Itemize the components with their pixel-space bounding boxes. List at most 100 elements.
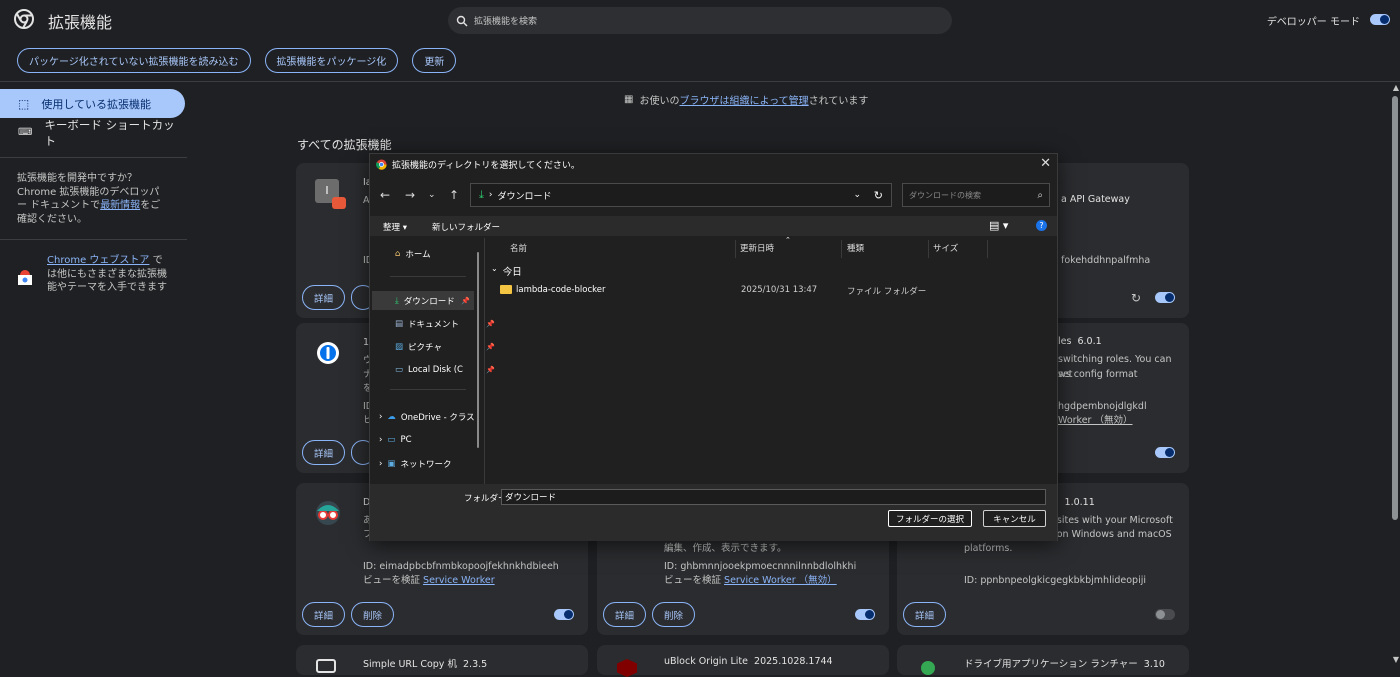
webstore-link[interactable]: Chrome ウェブストア [47,255,149,266]
extension-id: hgdpembnojdlgkdl [1058,401,1147,412]
enable-toggle[interactable] [1155,609,1175,620]
dialog-titlebar: 拡張機能のディレクトリを選択してください。 [370,154,1057,174]
scrollbar-thumb[interactable] [1392,96,1398,520]
pin-icon: 📌 [461,296,470,305]
file-row[interactable]: lambda-code-blocker 2025/10/31 13:47 ファイ… [486,284,1046,300]
extension-id: fokehddhnpalfmha [1061,255,1151,266]
folder-search-input[interactable]: ダウンロードの検索 ⌕ [902,183,1050,207]
pack-extension-button[interactable]: 拡張機能をパッケージ化 [264,48,399,73]
divider [390,276,466,277]
page-title: 拡張機能 [48,13,113,32]
nav-item-onedrive[interactable]: › ☁ OneDrive - クラス [379,411,475,423]
extension-icon [316,659,336,673]
chevron-down-icon[interactable]: ⌄ [428,190,436,200]
extension-icon [921,661,935,675]
home-icon: ⌂ [395,249,401,259]
document-icon: ▤ [395,319,404,329]
navigation-bar: ← → ⌄ ↑ ⤓ › ダウンロード ⌄ ↻ ダウンロードの検索 ⌕ [370,180,1057,210]
folder-input[interactable]: ダウンロード [501,489,1046,505]
managed-link[interactable]: ブラウザは組織によって管理 [679,96,808,107]
details-button[interactable]: 詳細 [603,602,647,627]
group-header-today[interactable]: ⌄ 今日 [491,264,522,278]
folder-icon [500,285,512,294]
extension-name: a API Gateway [1061,194,1130,205]
enable-toggle[interactable] [855,609,875,620]
search-bar[interactable]: 拡張機能を検索 [448,7,952,34]
navigation-pane: ⌂ ホーム ⤓ ダウンロード 📌 ▤ ドキュメント 📌 ▨ ピクチャ 📌 ▭ Local Dis… [370,238,495,484]
section-title: すべての拡張機能 [297,138,392,152]
reload-icon[interactable]: ↻ [1131,291,1141,305]
extension-card: Simple URL Copy 机 2.3.5 [296,645,588,675]
download-icon: ⤓ [479,188,484,201]
enable-toggle[interactable] [1155,292,1175,303]
search-icon [456,15,468,26]
extension-desc: 編集、作成、表示できます。 [664,543,787,554]
chevron-right-icon[interactable]: › [379,459,382,469]
details-button[interactable]: 詳細 [302,285,346,310]
nav-item-pc[interactable]: › ▭ PC [379,435,412,445]
extension-icon [617,659,637,677]
column-header-name[interactable]: 名前 [510,242,527,254]
details-button[interactable]: 詳細 [302,602,346,627]
details-button[interactable]: 詳細 [302,440,346,465]
picture-icon: ▨ [395,342,404,352]
nav-item-pictures[interactable]: ▨ ピクチャ 📌 [395,341,495,353]
building-icon: ▦ [624,94,634,105]
nav-item-documents[interactable]: ▤ ドキュメント 📌 [395,318,495,330]
chevron-right-icon[interactable]: › [379,435,382,445]
chevron-down-icon: ⌄ [491,264,498,273]
nav-item-home[interactable]: ⌂ ホーム [395,248,431,260]
help-icon[interactable]: ? [1036,220,1047,231]
back-arrow-icon[interactable]: ← [380,188,390,202]
computer-icon: ▭ [387,435,396,445]
extension-id: ID: ghbmnnjooekpmoecnnnilnnbdlolhkhi [664,561,857,572]
extension-name: les 6.0.1 [1058,336,1102,347]
sidebar-item-extensions[interactable]: ⬚ 使用している拡張機能 [0,89,185,118]
select-folder-button[interactable]: フォルダーの選択 [888,510,972,527]
forward-arrow-icon[interactable]: → [405,188,415,202]
column-header-size[interactable]: サイズ [933,242,958,254]
refresh-icon[interactable]: ↻ [874,189,883,202]
extension-desc: ebsites with your Microsoft [1045,515,1173,526]
scroll-down-icon[interactable]: ▼ [1393,655,1399,664]
up-arrow-icon[interactable]: ↑ [449,188,459,202]
new-folder-button[interactable]: 新しいフォルダー [432,221,500,233]
address-path: ダウンロード [497,191,552,202]
details-button[interactable]: 詳細 [903,602,947,627]
dev-mode-toggle[interactable] [1370,14,1390,25]
service-worker-link[interactable]: Worker （無効） [1058,413,1133,428]
address-bar[interactable]: ⤓ › ダウンロード ⌄ ↻ [470,183,892,207]
service-worker-link[interactable]: Service Worker [423,575,495,586]
column-header-type[interactable]: 種類 [847,242,864,254]
extension-name: Simple URL Copy 机 2.3.5 [363,659,488,670]
cancel-button[interactable]: キャンセル [983,510,1046,527]
view-options-icon[interactable]: ▤ ▾ [989,219,1008,232]
extension-card: uBlock Origin Lite 2025.1028.1744 [597,645,889,677]
latest-info-link[interactable]: 最新情報 [100,200,140,211]
sidebar-item-shortcuts[interactable]: ⌨ キーボード ショートカット [0,118,185,148]
remove-button[interactable]: 削除 [351,602,395,627]
nav-item-local-disk[interactable]: ▭ Local Disk (C 📌 [395,365,495,375]
extension-id: ID: eimadpbcbfnmbkopoojfekhnkhdbieeh [363,561,559,572]
nav-item-downloads[interactable]: ⤓ ダウンロード 📌 [372,291,474,310]
managed-notice: ▦ お使いのブラウザは組織によって管理されています [624,94,869,107]
navpane-scrollbar[interactable] [477,252,479,448]
scroll-up-icon[interactable]: ▲ [1393,83,1399,92]
close-icon[interactable]: ✕ [1040,156,1051,171]
record-badge-icon [332,197,346,209]
sidebar: ⬚ 使用している拡張機能 ⌨ キーボード ショートカット 拡張機能を開発中ですか… [0,83,187,664]
organize-button[interactable]: 整理 ▾ [383,221,407,233]
nav-item-network[interactable]: › ▣ ネットワーク [379,458,451,470]
search-input[interactable]: 拡張機能を検索 [474,14,537,27]
column-header-modified[interactable]: 更新日時 [740,242,774,254]
enable-toggle[interactable] [1155,447,1175,458]
update-button[interactable]: 更新 [412,48,457,73]
load-unpacked-button[interactable]: パッケージ化されていない拡張機能を読み込む [17,48,251,73]
chevron-right-icon[interactable]: › [379,412,382,422]
chrome-logo-icon [14,9,34,29]
extension-card: ドライブ用アプリケーション ランチャー 3.10 [897,645,1189,675]
address-dropdown-icon[interactable]: ⌄ [853,190,861,200]
remove-button[interactable]: 削除 [652,602,696,627]
service-worker-link[interactable]: Service Worker （無効） [724,575,837,586]
enable-toggle[interactable] [554,609,574,620]
